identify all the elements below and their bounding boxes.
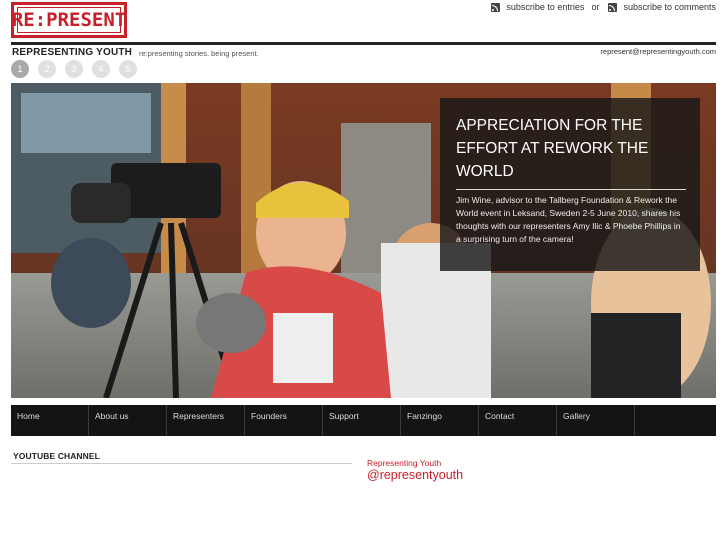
nav-item-founders[interactable]: Founders xyxy=(245,405,323,436)
nav-item-home[interactable]: Home xyxy=(11,405,89,436)
site-tagline: re:presenting stories. being present. xyxy=(139,49,259,58)
main-nav: Home About us Representers Founders Supp… xyxy=(11,405,716,436)
rss-icon xyxy=(608,2,618,12)
nav-item-support[interactable]: Support xyxy=(323,405,401,436)
subscribe-comments-link[interactable]: subscribe to comments xyxy=(623,2,716,12)
slider-dot[interactable]: 5 xyxy=(119,60,137,78)
nav-item-gallery[interactable]: Gallery xyxy=(557,405,635,436)
slider-pagination: 1 2 3 4 5 xyxy=(11,60,137,78)
slider-dot[interactable]: 1 xyxy=(11,60,29,78)
hero-slide[interactable]: APPRECIATION FOR THE EFFORT AT REWORK TH… xyxy=(11,83,716,398)
nav-item-contact[interactable]: Contact xyxy=(479,405,557,436)
twitter-name[interactable]: Representing Youth xyxy=(367,458,441,468)
logo-text: RE:PRESENT xyxy=(11,7,127,33)
rss-icon xyxy=(491,2,501,12)
subscribe-entries-link[interactable]: subscribe to entries xyxy=(506,2,584,12)
hero-title[interactable]: APPRECIATION FOR THE EFFORT AT REWORK TH… xyxy=(456,114,686,190)
slider-dot[interactable]: 3 xyxy=(65,60,83,78)
slider-dot[interactable]: 2 xyxy=(38,60,56,78)
nav-item-fanzingo[interactable]: Fanzingo xyxy=(401,405,479,436)
site-logo[interactable]: RE:PRESENT xyxy=(11,2,127,38)
site-title[interactable]: REPRESENTING YOUTH xyxy=(12,47,132,58)
nav-item-empty xyxy=(635,405,713,436)
subscribe-bar: subscribe to entries or subscribe to com… xyxy=(491,2,716,12)
hero-description: Jim Wine, advisor to the Tallberg Founda… xyxy=(456,195,681,244)
nav-item-about-us[interactable]: About us xyxy=(89,405,167,436)
slider-dot[interactable]: 4 xyxy=(92,60,110,78)
contact-email[interactable]: represent@representingyouth.com xyxy=(600,47,716,56)
header-divider xyxy=(11,42,716,45)
youtube-section-divider xyxy=(11,463,352,464)
twitter-handle[interactable]: @representyouth xyxy=(367,468,463,482)
nav-item-representers[interactable]: Representers xyxy=(167,405,245,436)
hero-caption: APPRECIATION FOR THE EFFORT AT REWORK TH… xyxy=(440,98,700,271)
subscribe-separator: or xyxy=(591,2,600,12)
youtube-section-title: YOUTUBE CHANNEL xyxy=(13,451,100,461)
